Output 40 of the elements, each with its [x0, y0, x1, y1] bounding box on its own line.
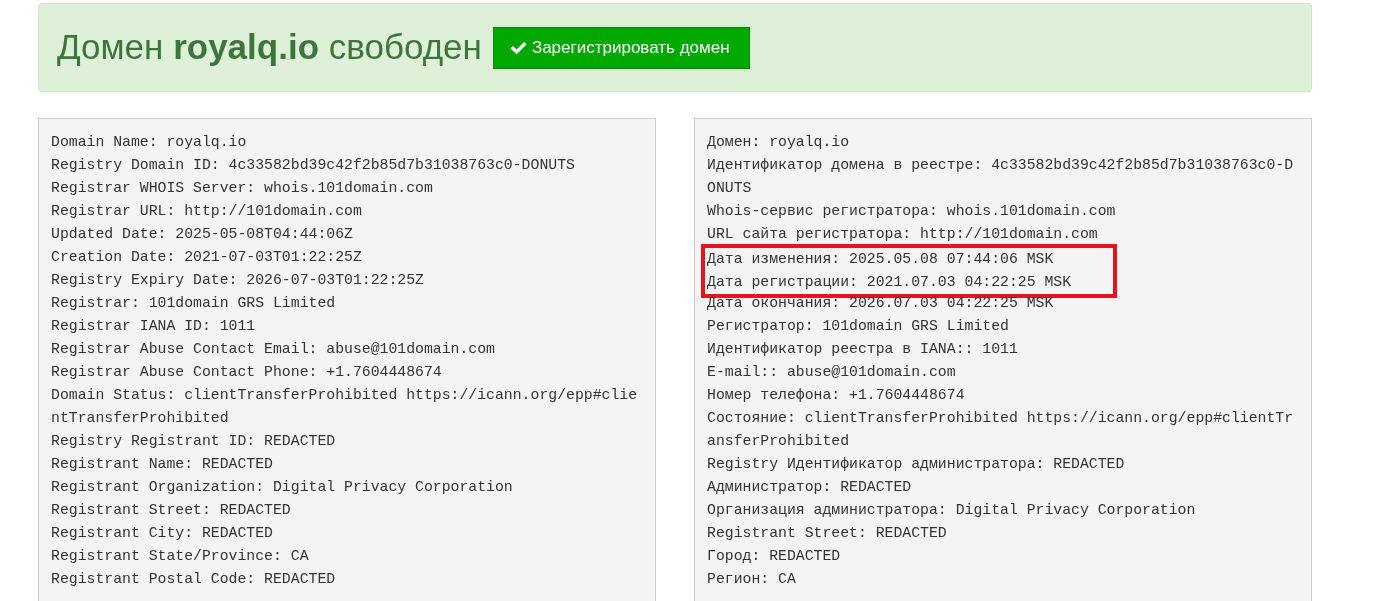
whois-line: Registrant Street: REDACTED	[707, 524, 948, 543]
whois-line: Registrar IANA ID: 1011	[51, 317, 257, 336]
whois-line: Registrar Abuse Contact Email: abuse@101domain.com	[51, 340, 496, 359]
whois-line: URL сайта регистратора: http://101domain.com	[707, 225, 1099, 244]
register-domain-button[interactable]: Зарегистрировать домен	[492, 26, 750, 69]
whois-line: Registry Registrant ID: REDACTED	[51, 432, 337, 451]
availability-heading: Домен royalq.io свободен	[57, 28, 482, 67]
whois-line: Domain Status: clientTransferProhibited https://icann.org/epp#clientTransferProhibited	[51, 386, 639, 428]
whois-line: Updated Date: 2025-05-08T04:44:06Z	[51, 225, 354, 244]
whois-line: Организация администратора: Digital Privacy Corporation	[707, 501, 1197, 520]
whois-line: Город: REDACTED	[707, 547, 842, 566]
whois-line: Domain Name: royalq.io	[51, 133, 248, 152]
whois-line: Registry Идентификатор администратора: REDACTED	[707, 455, 1126, 474]
whois-line: Registrant Organization: Digital Privacy Corporation	[51, 478, 514, 497]
whois-line: Идентификатор реестра в IANA:: 1011	[707, 340, 1019, 359]
whois-line: Регион: CA	[707, 570, 797, 589]
whois-line: Номер телефона: +1.7604448674	[707, 386, 966, 405]
whois-line: Registrant Street: REDACTED	[51, 501, 292, 520]
whois-line: E-mail:: abuse@101domain.com	[707, 363, 957, 382]
whois-line: Registrant Postal Code: REDACTED	[51, 570, 337, 589]
whois-line: Creation Date: 2021-07-03T01:22:25Z	[51, 248, 363, 267]
whois-line: Администратор: REDACTED	[707, 478, 913, 497]
whois-line: Registrar Abuse Contact Phone: +1.7604448674	[51, 363, 443, 382]
whois-line: Состояние: clientTransferProhibited https://icann.org/epp#clientTransferProhibited	[707, 409, 1295, 451]
whois-line: Дата регистрации: 2021.07.03 04:22:25 MSK	[707, 273, 1072, 292]
whois-line: Дата изменения: 2025.05.08 07:44:06 MSK	[707, 250, 1055, 269]
whois-line: Registrar: 101domain GRS Limited	[51, 294, 337, 313]
whois-line: Идентификатор домена в реестре: 4c33582bd39c42f2b85d7b31038763c0-DONUTS	[707, 156, 1295, 198]
whois-line: Registrant State/Province: CA	[51, 547, 310, 566]
whois-line: Whois-сервис регистратора: whois.101domain.com	[707, 202, 1117, 221]
whois-line: Registrant Name: REDACTED	[51, 455, 274, 474]
whois-line: Домен: royalq.io	[707, 133, 851, 152]
whois-line: Registrar WHOIS Server: whois.101domain.com	[51, 179, 434, 198]
whois-line: Registrar URL: http://101domain.com	[51, 202, 363, 221]
check-icon	[509, 40, 527, 55]
whois-line: Дата окончания: 2026.07.03 04:22:25 MSK	[707, 294, 1055, 313]
whois-line: Registry Expiry Date: 2026-07-03T01:22:25Z	[51, 271, 425, 290]
whois-line: Registry Domain ID: 4c33582bd39c42f2b85d7b31038763c0-DONUTS	[51, 156, 576, 175]
whois-line: Registrant City: REDACTED	[51, 524, 274, 543]
whois-line: Регистратор: 101domain GRS Limited	[707, 317, 1010, 336]
